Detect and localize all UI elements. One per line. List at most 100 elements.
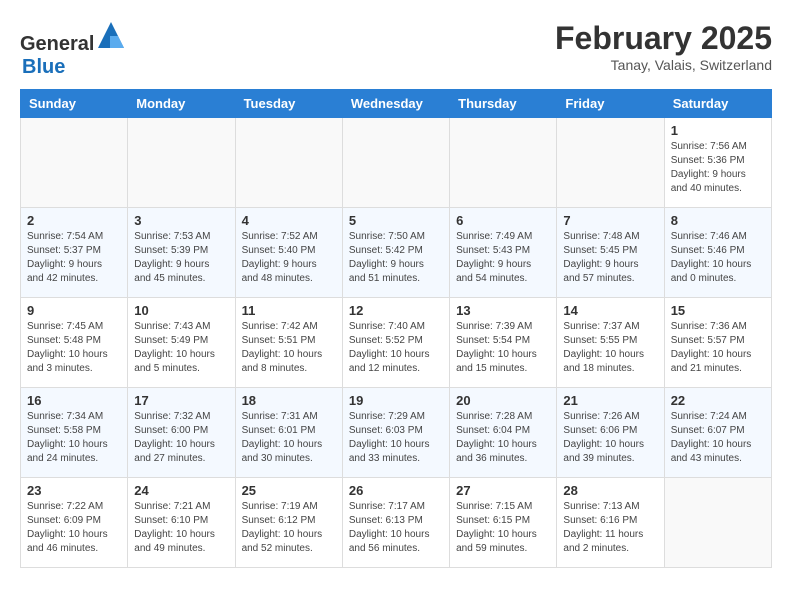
- day-number: 7: [563, 213, 657, 228]
- title-section: February 2025 Tanay, Valais, Switzerland: [555, 20, 772, 73]
- calendar-cell: 26 Sunrise: 7:17 AM Sunset: 6:13 PM Dayli…: [342, 478, 449, 568]
- calendar-cell: 2Sunrise: 7:54 AM Sunset: 5:37 PM Daylig…: [21, 208, 128, 298]
- day-number: 21: [563, 393, 657, 408]
- col-header-wednesday: Wednesday: [342, 90, 449, 118]
- logo-icon: [96, 20, 126, 50]
- calendar-week-row: 16Sunrise: 7:34 AM Sunset: 5:58 PM Dayli…: [21, 388, 772, 478]
- day-info: Sunrise: 7:19 AM Sunset: 6:12 PM Dayligh…: [242, 501, 323, 554]
- col-header-monday: Monday: [128, 90, 235, 118]
- calendar-week-row: 1 Sunrise: 7:56 AM Sunset: 5:36 PM Daylig…: [21, 118, 772, 208]
- calendar-cell: 17 Sunrise: 7:32 AM Sunset: 6:00 PM Dayli…: [128, 388, 235, 478]
- location: Tanay, Valais, Switzerland: [555, 57, 772, 73]
- day-info: Sunrise: 7:48 AM Sunset: 5:45 PM Dayligh…: [563, 231, 639, 284]
- day-info: Sunrise: 7:22 AM Sunset: 6:09 PM Dayligh…: [27, 501, 108, 554]
- calendar-cell: 3Sunrise: 7:53 AM Sunset: 5:39 PM Daylig…: [128, 208, 235, 298]
- day-info: Sunrise: 7:21 AM Sunset: 6:10 PM Dayligh…: [134, 501, 215, 554]
- day-number: 9: [27, 303, 121, 318]
- day-info: Sunrise: 7:40 AM Sunset: 5:52 PM Dayligh…: [349, 321, 430, 374]
- calendar-cell: [342, 118, 449, 208]
- calendar-cell: 15 Sunrise: 7:36 AM Sunset: 5:57 PM Dayli…: [664, 298, 771, 388]
- calendar-cell: 13 Sunrise: 7:39 AM Sunset: 5:54 PM Dayli…: [450, 298, 557, 388]
- calendar-cell: 19 Sunrise: 7:29 AM Sunset: 6:03 PM Dayli…: [342, 388, 449, 478]
- logo-blue: Blue: [22, 56, 65, 78]
- calendar-cell: 14 Sunrise: 7:37 AM Sunset: 5:55 PM Dayli…: [557, 298, 664, 388]
- day-number: 20: [456, 393, 550, 408]
- calendar-cell: [21, 118, 128, 208]
- day-info: Sunrise: 7:15 AM Sunset: 6:15 PM Dayligh…: [456, 501, 537, 554]
- calendar-cell: 27 Sunrise: 7:15 AM Sunset: 6:15 PM Dayli…: [450, 478, 557, 568]
- day-number: 26: [349, 483, 443, 498]
- day-number: 1: [671, 123, 765, 138]
- calendar-cell: 11 Sunrise: 7:42 AM Sunset: 5:51 PM Dayli…: [235, 298, 342, 388]
- calendar-cell: 10 Sunrise: 7:43 AM Sunset: 5:49 PM Dayli…: [128, 298, 235, 388]
- calendar-cell: 23 Sunrise: 7:22 AM Sunset: 6:09 PM Dayli…: [21, 478, 128, 568]
- day-number: 19: [349, 393, 443, 408]
- day-info: Sunrise: 7:31 AM Sunset: 6:01 PM Dayligh…: [242, 411, 323, 464]
- day-number: 17: [134, 393, 228, 408]
- col-header-sunday: Sunday: [21, 90, 128, 118]
- day-info: Sunrise: 7:46 AM Sunset: 5:46 PM Dayligh…: [671, 231, 752, 284]
- day-number: 11: [242, 303, 336, 318]
- logo: General Blue: [20, 20, 126, 79]
- day-info: Sunrise: 7:42 AM Sunset: 5:51 PM Dayligh…: [242, 321, 323, 374]
- day-info: Sunrise: 7:37 AM Sunset: 5:55 PM Dayligh…: [563, 321, 644, 374]
- day-info: Sunrise: 7:43 AM Sunset: 5:49 PM Dayligh…: [134, 321, 215, 374]
- day-number: 10: [134, 303, 228, 318]
- calendar-cell: 7 Sunrise: 7:48 AM Sunset: 5:45 PM Daylig…: [557, 208, 664, 298]
- calendar-cell: [235, 118, 342, 208]
- calendar-cell: 12 Sunrise: 7:40 AM Sunset: 5:52 PM Dayli…: [342, 298, 449, 388]
- logo-general: General: [20, 33, 94, 55]
- day-info: Sunrise: 7:29 AM Sunset: 6:03 PM Dayligh…: [349, 411, 430, 464]
- calendar-cell: 20 Sunrise: 7:28 AM Sunset: 6:04 PM Dayli…: [450, 388, 557, 478]
- day-info: Sunrise: 7:53 AM Sunset: 5:39 PM Dayligh…: [134, 231, 210, 284]
- calendar-cell: 18 Sunrise: 7:31 AM Sunset: 6:01 PM Dayli…: [235, 388, 342, 478]
- calendar-cell: [128, 118, 235, 208]
- day-info: Sunrise: 7:17 AM Sunset: 6:13 PM Dayligh…: [349, 501, 430, 554]
- day-number: 18: [242, 393, 336, 408]
- day-number: 23: [27, 483, 121, 498]
- col-header-saturday: Saturday: [664, 90, 771, 118]
- day-info: Sunrise: 7:56 AM Sunset: 5:36 PM Dayligh…: [671, 141, 747, 194]
- day-info: Sunrise: 7:34 AM Sunset: 5:58 PM Dayligh…: [27, 411, 108, 464]
- day-info: Sunrise: 7:45 AM Sunset: 5:48 PM Dayligh…: [27, 321, 108, 374]
- calendar-cell: 6Sunrise: 7:49 AM Sunset: 5:43 PM Daylig…: [450, 208, 557, 298]
- day-number: 28: [563, 483, 657, 498]
- day-info: Sunrise: 7:49 AM Sunset: 5:43 PM Dayligh…: [456, 231, 532, 284]
- calendar-table: SundayMondayTuesdayWednesdayThursdayFrid…: [20, 89, 772, 568]
- calendar-cell: 1 Sunrise: 7:56 AM Sunset: 5:36 PM Daylig…: [664, 118, 771, 208]
- col-header-thursday: Thursday: [450, 90, 557, 118]
- day-number: 27: [456, 483, 550, 498]
- day-number: 25: [242, 483, 336, 498]
- calendar-cell: 4 Sunrise: 7:52 AM Sunset: 5:40 PM Daylig…: [235, 208, 342, 298]
- day-number: 13: [456, 303, 550, 318]
- day-number: 8: [671, 213, 765, 228]
- day-info: Sunrise: 7:39 AM Sunset: 5:54 PM Dayligh…: [456, 321, 537, 374]
- day-info: Sunrise: 7:36 AM Sunset: 5:57 PM Dayligh…: [671, 321, 752, 374]
- calendar-cell: 25 Sunrise: 7:19 AM Sunset: 6:12 PM Dayli…: [235, 478, 342, 568]
- calendar-cell: 9 Sunrise: 7:45 AM Sunset: 5:48 PM Daylig…: [21, 298, 128, 388]
- calendar-cell: [664, 478, 771, 568]
- calendar-cell: [450, 118, 557, 208]
- day-info: Sunrise: 7:28 AM Sunset: 6:04 PM Dayligh…: [456, 411, 537, 464]
- day-info: Sunrise: 7:52 AM Sunset: 5:40 PM Dayligh…: [242, 231, 318, 284]
- calendar-week-row: 9 Sunrise: 7:45 AM Sunset: 5:48 PM Daylig…: [21, 298, 772, 388]
- day-number: 14: [563, 303, 657, 318]
- day-number: 5: [349, 213, 443, 228]
- day-number: 15: [671, 303, 765, 318]
- logo-text: General Blue: [20, 20, 126, 79]
- day-number: 2: [27, 213, 121, 228]
- calendar-header-row: SundayMondayTuesdayWednesdayThursdayFrid…: [21, 90, 772, 118]
- col-header-friday: Friday: [557, 90, 664, 118]
- day-number: 4: [242, 213, 336, 228]
- month-year: February 2025: [555, 20, 772, 57]
- calendar-cell: 22Sunrise: 7:24 AM Sunset: 6:07 PM Dayli…: [664, 388, 771, 478]
- calendar-cell: 21Sunrise: 7:26 AM Sunset: 6:06 PM Dayli…: [557, 388, 664, 478]
- day-number: 12: [349, 303, 443, 318]
- day-info: Sunrise: 7:24 AM Sunset: 6:07 PM Dayligh…: [671, 411, 752, 464]
- day-info: Sunrise: 7:32 AM Sunset: 6:00 PM Dayligh…: [134, 411, 215, 464]
- calendar-cell: 16Sunrise: 7:34 AM Sunset: 5:58 PM Dayli…: [21, 388, 128, 478]
- calendar-cell: 28Sunrise: 7:13 AM Sunset: 6:16 PM Dayli…: [557, 478, 664, 568]
- calendar-cell: 8 Sunrise: 7:46 AM Sunset: 5:46 PM Daylig…: [664, 208, 771, 298]
- calendar-cell: [557, 118, 664, 208]
- day-info: Sunrise: 7:50 AM Sunset: 5:42 PM Dayligh…: [349, 231, 425, 284]
